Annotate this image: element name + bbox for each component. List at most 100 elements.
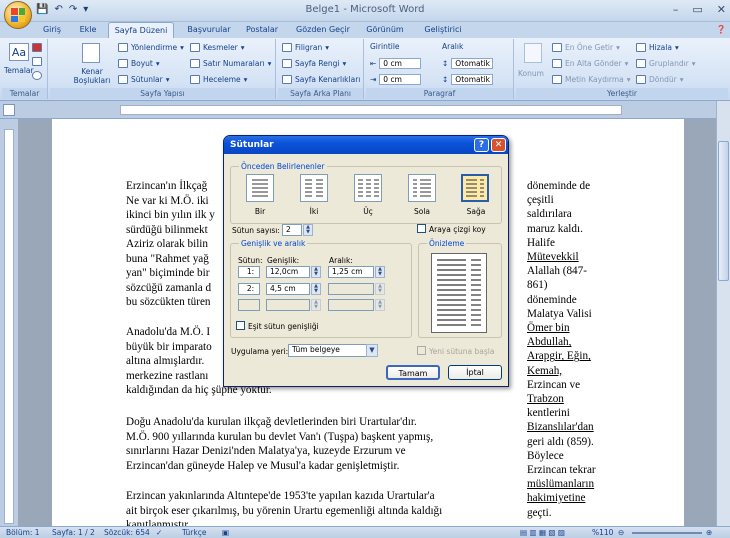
- indent-left-input[interactable]: 0 cm: [379, 58, 422, 69]
- spacing-after-input[interactable]: Otomatik: [451, 74, 494, 85]
- row1-spacing-spinner[interactable]: ▲ ▼: [375, 266, 385, 278]
- doc-line: Bizanslılar'dan: [527, 421, 594, 434]
- align-button[interactable]: Hizala ▾: [636, 43, 679, 52]
- vertical-ruler[interactable]: [0, 119, 18, 526]
- office-button[interactable]: [4, 1, 32, 29]
- indent-right-input[interactable]: 0 cm: [379, 74, 422, 85]
- left-column-para1: Erzincan'ın İlkçağ Ne var ki M.Ö. iki ik…: [126, 179, 215, 310]
- theme-fonts-icon[interactable]: [32, 57, 42, 66]
- columns-button[interactable]: Sütunlar ▾: [118, 75, 170, 84]
- send-back-button[interactable]: En Alta Gönder ▾: [552, 59, 628, 68]
- status-word-count[interactable]: Sözcük: 654: [104, 528, 150, 537]
- zoom-in-icon[interactable]: ⊕: [706, 528, 712, 537]
- equal-width-checkbox[interactable]: [236, 321, 245, 330]
- col-header-column: Sütun:: [238, 256, 263, 265]
- dialog-close-button[interactable]: ✕: [491, 138, 506, 152]
- view-buttons[interactable]: ▤ ▥ ▦ ▧ ▨: [520, 528, 565, 537]
- save-icon[interactable]: 💾: [36, 4, 48, 15]
- zoom-slider[interactable]: [632, 532, 702, 534]
- row1-spacing-input[interactable]: 1,25 cm: [328, 266, 374, 278]
- horizontal-ruler[interactable]: [0, 101, 730, 119]
- margins-icon[interactable]: [82, 43, 100, 63]
- hyphenation-button[interactable]: Heceleme ▾: [190, 75, 247, 84]
- column-count-spinner[interactable]: ▲ ▼: [303, 224, 313, 236]
- tab-sayfa-duzeni[interactable]: Sayfa Düzeni: [108, 22, 174, 39]
- tab-gozden-gecir[interactable]: Gözden Geçir: [292, 22, 354, 38]
- row2-width-input[interactable]: 4,5 cm: [266, 283, 310, 295]
- themes-button[interactable]: Temalar: [4, 66, 34, 75]
- row3-spacing-spinner[interactable]: ▲ ▼: [375, 299, 385, 311]
- theme-colors-icon[interactable]: [32, 43, 42, 52]
- col-header-width: Genişlik:: [267, 256, 300, 265]
- vertical-scrollbar[interactable]: [716, 101, 730, 526]
- zoom-out-icon[interactable]: ⊖: [618, 528, 624, 537]
- status-section[interactable]: Bölüm: 1: [6, 528, 40, 537]
- tab-gelistirici[interactable]: Geliştirici: [418, 22, 468, 38]
- row3-spacing-input[interactable]: [328, 299, 374, 311]
- bring-front-button[interactable]: En Öne Getir ▾: [552, 43, 620, 52]
- row2-spacing-input[interactable]: [328, 283, 374, 295]
- apply-to-dropdown-icon[interactable]: ▼: [366, 344, 378, 357]
- group-label-temalar: Temalar: [2, 88, 47, 99]
- indent-label: Girintile: [370, 42, 400, 51]
- preset-one-icon[interactable]: [246, 174, 274, 202]
- dialog-help-button[interactable]: ?: [474, 138, 489, 152]
- position-icon[interactable]: [524, 43, 542, 63]
- position-button[interactable]: Konum: [518, 69, 544, 78]
- spacing-before-input[interactable]: Otomatik: [451, 58, 494, 69]
- preview-page: [431, 253, 487, 333]
- new-column-checkbox[interactable]: [417, 346, 426, 355]
- themes-icon[interactable]: Aa: [9, 43, 29, 61]
- apply-to-select[interactable]: Tüm belgeye: [288, 344, 378, 357]
- preset-two-icon[interactable]: [300, 174, 328, 202]
- page-color-button[interactable]: Sayfa Rengi ▾: [282, 59, 346, 68]
- row3-number: [238, 299, 260, 311]
- row3-width-input[interactable]: [266, 299, 310, 311]
- size-button[interactable]: Boyut ▾: [118, 59, 160, 68]
- tab-ekle[interactable]: Ekle: [74, 22, 102, 38]
- customize-qat-icon[interactable]: ▾: [83, 4, 88, 15]
- preset-left-icon[interactable]: [408, 174, 436, 202]
- tab-gorunum[interactable]: Görünüm: [362, 22, 408, 38]
- minimize-icon[interactable]: –: [673, 3, 679, 16]
- help-icon[interactable]: ❓: [714, 22, 728, 38]
- status-page[interactable]: Sayfa: 1 / 2: [52, 528, 95, 537]
- tab-giris[interactable]: Giriş: [38, 22, 66, 38]
- doc-line: Erzincan'ın İlkçağ: [126, 180, 208, 192]
- scrollbar-thumb[interactable]: [718, 141, 729, 281]
- status-language[interactable]: Türkçe: [182, 528, 206, 537]
- spelling-icon[interactable]: ✓: [156, 528, 162, 537]
- tab-postalar[interactable]: Postalar: [242, 22, 282, 38]
- undo-icon[interactable]: ↶: [54, 4, 62, 15]
- row3-width-spinner[interactable]: ▲ ▼: [311, 299, 321, 311]
- row1-width-input[interactable]: 12,0cm: [266, 266, 310, 278]
- rotate-button[interactable]: Döndür ▾: [636, 75, 683, 84]
- ok-button[interactable]: Tamam: [386, 365, 440, 380]
- line-numbers-button[interactable]: Satır Numaraları ▾: [190, 59, 271, 68]
- line-between-checkbox[interactable]: [417, 224, 426, 233]
- preset-three-icon[interactable]: [354, 174, 382, 202]
- cancel-button[interactable]: İptal: [448, 365, 502, 380]
- theme-effects-icon[interactable]: [32, 71, 42, 80]
- group-paragraf: Girintile Aralık ⇤ 0 cm ⇥ 0 cm ↕ Otomatik ↕…: [366, 39, 514, 99]
- redo-icon[interactable]: ↷: [69, 4, 77, 15]
- group-button[interactable]: Gruplandır ▾: [636, 59, 696, 68]
- text-wrap-button[interactable]: Metin Kaydırma ▾: [552, 75, 631, 84]
- tab-basvurular[interactable]: Başvurular: [180, 22, 238, 38]
- status-zoom[interactable]: %110: [592, 528, 613, 537]
- preset-right-icon[interactable]: [461, 174, 489, 202]
- orientation-button[interactable]: Yönlendirme ▾: [118, 43, 184, 52]
- watermark-button[interactable]: Filigran ▾: [282, 43, 329, 52]
- close-icon[interactable]: ✕: [717, 3, 726, 16]
- column-count-input[interactable]: 2: [282, 224, 302, 236]
- row2-spacing-spinner[interactable]: ▲ ▼: [375, 283, 385, 295]
- doc-line: saldırılara: [527, 208, 572, 221]
- page-borders-button[interactable]: Sayfa Kenarlıkları: [282, 75, 360, 84]
- maximize-icon[interactable]: ▭: [692, 3, 702, 16]
- macro-icon[interactable]: ▣: [222, 528, 229, 537]
- breaks-button[interactable]: Kesmeler ▾: [190, 43, 245, 52]
- row1-width-spinner[interactable]: ▲ ▼: [311, 266, 321, 278]
- tab-selector-icon[interactable]: [3, 104, 15, 116]
- row2-width-spinner[interactable]: ▲ ▼: [311, 283, 321, 295]
- margins-button[interactable]: Kenar Boşlukları: [70, 67, 114, 85]
